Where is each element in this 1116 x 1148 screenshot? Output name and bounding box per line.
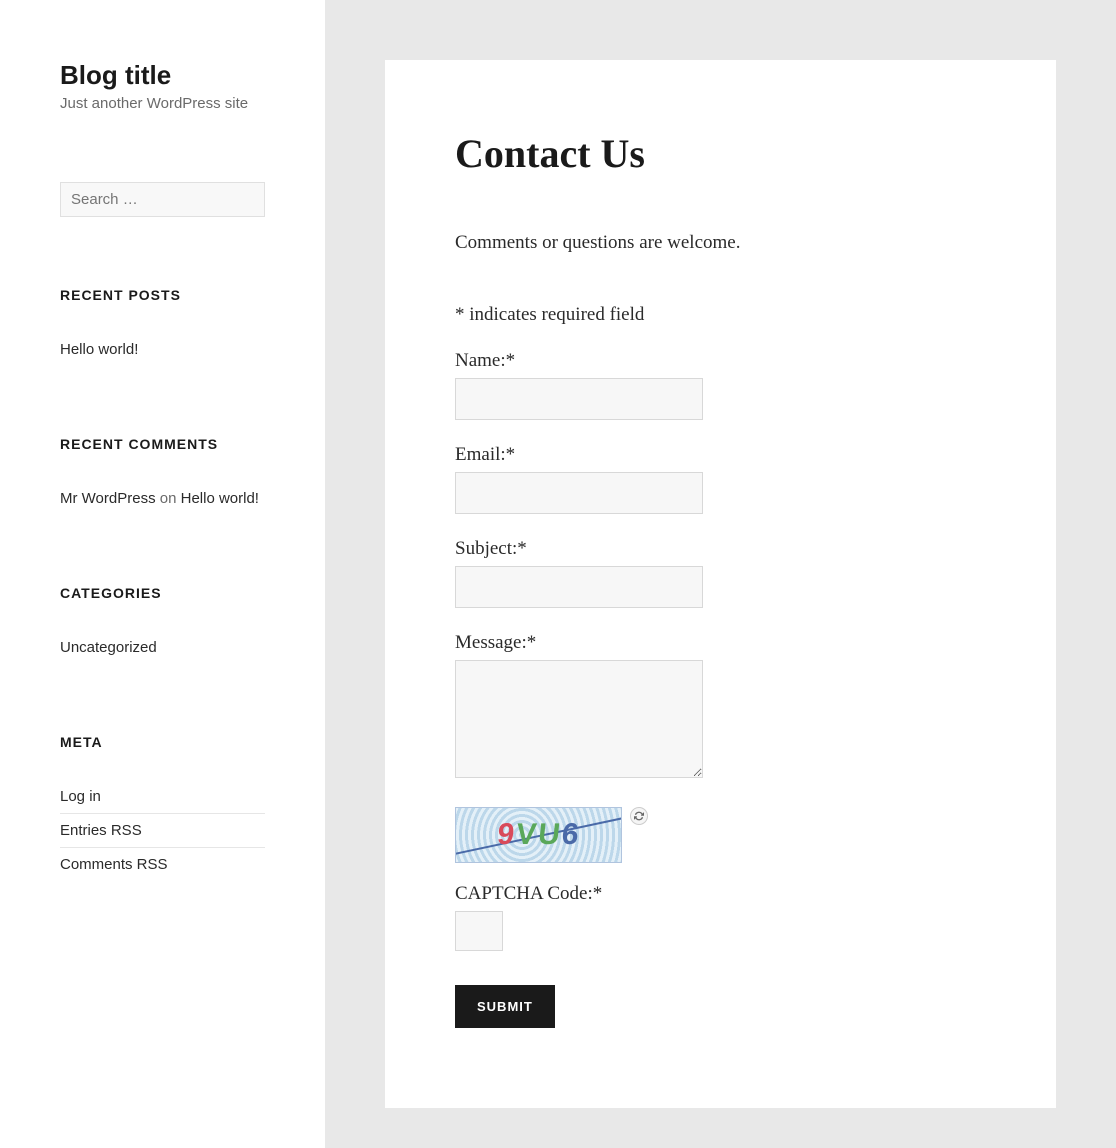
main-content: Contact Us Comments or questions are wel… xyxy=(325,0,1116,1148)
message-label: Message:* xyxy=(455,632,986,654)
comment-author-link[interactable]: Mr WordPress xyxy=(60,490,156,507)
subject-label: Subject:* xyxy=(455,538,986,560)
recent-post-link[interactable]: Hello world! xyxy=(60,341,138,358)
subject-field-wrapper: Subject:* xyxy=(455,538,986,608)
content-card: Contact Us Comments or questions are wel… xyxy=(385,60,1056,1108)
captcha-refresh-icon[interactable] xyxy=(630,807,648,825)
list-item: Log in xyxy=(60,780,265,814)
captcha-row: 9VU6 xyxy=(455,807,986,863)
site-title[interactable]: Blog title xyxy=(60,60,265,91)
search-input[interactable] xyxy=(60,182,265,217)
recent-comments-heading: RECENT COMMENTS xyxy=(60,436,265,452)
login-link[interactable]: Log in xyxy=(60,788,101,805)
email-field-wrapper: Email:* xyxy=(455,444,986,514)
list-item: Uncategorized xyxy=(60,631,265,664)
required-note: * indicates required field xyxy=(455,304,986,326)
sidebar: Blog title Just another WordPress site R… xyxy=(0,0,325,1148)
categories-heading: CATEGORIES xyxy=(60,585,265,601)
entries-rss-link[interactable]: Entries RSS xyxy=(60,822,142,839)
page-title: Contact Us xyxy=(455,130,986,177)
submit-button[interactable]: SUBMIT xyxy=(455,985,555,1028)
list-item: Hello world! xyxy=(60,333,265,366)
comments-rss-link[interactable]: Comments RSS xyxy=(60,856,168,873)
list-item: Comments RSS xyxy=(60,848,265,881)
recent-comments-widget: RECENT COMMENTS Mr WordPress on Hello wo… xyxy=(60,436,265,515)
captcha-field-wrapper: CAPTCHA Code:* xyxy=(455,883,986,951)
captcha-text: 9VU6 xyxy=(495,818,582,852)
email-label: Email:* xyxy=(455,444,986,466)
message-textarea[interactable] xyxy=(455,660,703,778)
comment-post-link[interactable]: Hello world! xyxy=(181,490,259,507)
meta-heading: META xyxy=(60,734,265,750)
recent-posts-heading: RECENT POSTS xyxy=(60,287,265,303)
intro-text: Comments or questions are welcome. xyxy=(455,232,986,254)
message-field-wrapper: Message:* xyxy=(455,632,986,783)
list-item: Mr WordPress on Hello world! xyxy=(60,482,265,515)
name-input[interactable] xyxy=(455,378,703,420)
meta-widget: META Log in Entries RSS Comments RSS xyxy=(60,734,265,881)
category-link[interactable]: Uncategorized xyxy=(60,639,157,656)
site-tagline: Just another WordPress site xyxy=(60,95,265,112)
captcha-input[interactable] xyxy=(455,911,503,951)
comment-connector: on xyxy=(156,490,181,507)
name-label: Name:* xyxy=(455,350,986,372)
list-item: Entries RSS xyxy=(60,814,265,848)
email-input[interactable] xyxy=(455,472,703,514)
captcha-label: CAPTCHA Code:* xyxy=(455,883,986,905)
captcha-image: 9VU6 xyxy=(455,807,622,863)
subject-input[interactable] xyxy=(455,566,703,608)
categories-widget: CATEGORIES Uncategorized xyxy=(60,585,265,664)
recent-posts-widget: RECENT POSTS Hello world! xyxy=(60,287,265,366)
name-field-wrapper: Name:* xyxy=(455,350,986,420)
